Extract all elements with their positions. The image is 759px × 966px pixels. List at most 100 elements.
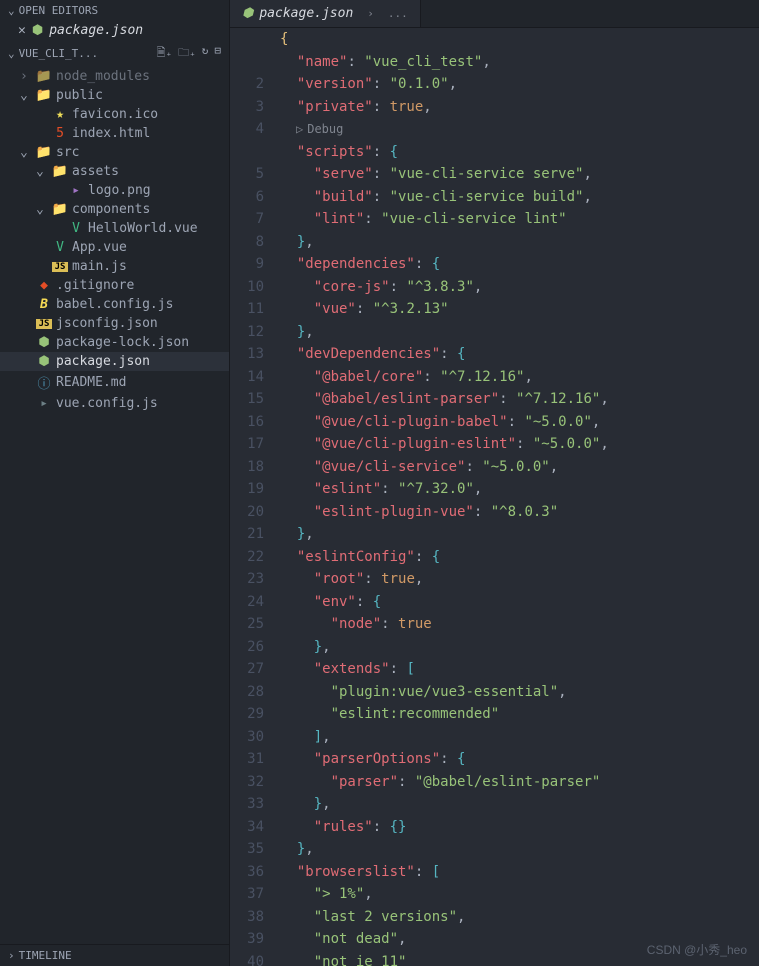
code-line[interactable]: "browserslist": [ bbox=[280, 861, 759, 884]
folder-green-icon: 📁 bbox=[36, 145, 52, 160]
code-line[interactable]: "private": true, bbox=[280, 96, 759, 119]
code-line[interactable]: "scripts": { bbox=[280, 141, 759, 164]
refresh-icon[interactable]: ↻ bbox=[202, 44, 209, 63]
tree-item-label: favicon.ico bbox=[72, 107, 158, 122]
open-editor-item[interactable]: ✕ ⬢ package.json bbox=[0, 21, 229, 40]
tab-package-json[interactable]: ⬢ package.json › ... bbox=[230, 0, 421, 27]
tree-item-assets[interactable]: ⌄📁assets bbox=[0, 162, 229, 181]
code-line[interactable]: ], bbox=[280, 726, 759, 749]
tree-item-helloworld-vue[interactable]: VHelloWorld.vue bbox=[0, 219, 229, 238]
codelens-label: Debug bbox=[307, 118, 343, 141]
code-line[interactable]: "lint": "vue-cli-service lint" bbox=[280, 208, 759, 231]
project-header[interactable]: ⌄ VUE_CLI_T... 🗎₊ 🗀₊ ↻ ⊟ bbox=[0, 40, 229, 67]
img-icon: ▸ bbox=[68, 183, 84, 198]
tree-item-package-lock-json[interactable]: ⬢package-lock.json bbox=[0, 333, 229, 352]
code-line[interactable]: "dependencies": { bbox=[280, 253, 759, 276]
code-line[interactable]: }, bbox=[280, 231, 759, 254]
code-line[interactable]: "extends": [ bbox=[280, 658, 759, 681]
npm-icon: ⬢ bbox=[32, 23, 43, 38]
line-number: 40 bbox=[230, 951, 264, 966]
timeline-header[interactable]: › TIMELINE bbox=[0, 944, 229, 966]
code-line[interactable]: }, bbox=[280, 321, 759, 344]
code-line[interactable]: "node": true bbox=[280, 613, 759, 636]
code-line[interactable]: "parser": "@babel/eslint-parser" bbox=[280, 771, 759, 794]
tree-item-vue-config-js[interactable]: ▸vue.config.js bbox=[0, 394, 229, 413]
code-line[interactable]: "eslint-plugin-vue": "^8.0.3" bbox=[280, 501, 759, 524]
code-line[interactable]: "root": true, bbox=[280, 568, 759, 591]
code-line[interactable]: "core-js": "^3.8.3", bbox=[280, 276, 759, 299]
line-number: 33 bbox=[230, 793, 264, 816]
tree-item-babel-config-js[interactable]: Bbabel.config.js bbox=[0, 295, 229, 314]
line-number: 6 bbox=[230, 186, 264, 209]
tree-item-index-html[interactable]: 5index.html bbox=[0, 124, 229, 143]
tree-item-label: node_modules bbox=[56, 69, 150, 84]
code-line[interactable]: }, bbox=[280, 793, 759, 816]
collapse-icon[interactable]: ⊟ bbox=[214, 44, 221, 63]
tree-item-logo-png[interactable]: ▸logo.png bbox=[0, 181, 229, 200]
code-line[interactable]: }, bbox=[280, 523, 759, 546]
code-line[interactable]: "env": { bbox=[280, 591, 759, 614]
line-number: 35 bbox=[230, 838, 264, 861]
breadcrumb-more[interactable]: ... bbox=[380, 7, 408, 20]
code-line[interactable]: "@babel/eslint-parser": "^7.12.16", bbox=[280, 388, 759, 411]
code-line[interactable]: "version": "0.1.0", bbox=[280, 73, 759, 96]
tree-item--gitignore[interactable]: ◆.gitignore bbox=[0, 276, 229, 295]
code-line[interactable]: "vue": "^3.2.13" bbox=[280, 298, 759, 321]
code-line[interactable]: "@vue/cli-plugin-eslint": "~5.0.0", bbox=[280, 433, 759, 456]
code-line[interactable]: "name": "vue_cli_test", bbox=[280, 51, 759, 74]
code-line[interactable]: "devDependencies": { bbox=[280, 343, 759, 366]
tree-item-label: App.vue bbox=[72, 240, 127, 255]
code-line[interactable]: "last 2 versions", bbox=[280, 906, 759, 929]
tree-item-app-vue[interactable]: VApp.vue bbox=[0, 238, 229, 257]
tree-item-favicon-ico[interactable]: ★ favicon.ico bbox=[0, 105, 229, 124]
star-icon: ★ bbox=[52, 107, 68, 122]
tree-item-label: index.html bbox=[72, 126, 150, 141]
line-number: 26 bbox=[230, 636, 264, 659]
tree-item-label: assets bbox=[72, 164, 119, 179]
code-area[interactable]: 2345678910111213141516171819202122232425… bbox=[230, 28, 759, 966]
code-content[interactable]: { "name": "vue_cli_test", "version": "0.… bbox=[280, 28, 759, 966]
code-line[interactable]: "serve": "vue-cli-service serve", bbox=[280, 163, 759, 186]
code-line[interactable]: "build": "vue-cli-service build", bbox=[280, 186, 759, 209]
code-line[interactable]: "@babel/core": "^7.12.16", bbox=[280, 366, 759, 389]
line-number: 34 bbox=[230, 816, 264, 839]
debug-codelens[interactable]: ▷Debug bbox=[280, 118, 759, 141]
code-line[interactable]: "eslintConfig": { bbox=[280, 546, 759, 569]
code-line[interactable]: "@vue/cli-plugin-babel": "~5.0.0", bbox=[280, 411, 759, 434]
code-line[interactable]: "parserOptions": { bbox=[280, 748, 759, 771]
npm-icon: ⬢ bbox=[36, 354, 52, 369]
line-number: 28 bbox=[230, 681, 264, 704]
line-gutter: 2345678910111213141516171819202122232425… bbox=[230, 28, 280, 966]
line-number: 19 bbox=[230, 478, 264, 501]
tree-item-src[interactable]: ⌄📁src bbox=[0, 143, 229, 162]
line-number: 27 bbox=[230, 658, 264, 681]
code-line[interactable]: }, bbox=[280, 636, 759, 659]
code-line[interactable]: "> 1%", bbox=[280, 883, 759, 906]
tab-filename: package.json bbox=[259, 6, 353, 21]
tree-item-components[interactable]: ⌄📁components bbox=[0, 200, 229, 219]
code-line[interactable]: "eslint:recommended" bbox=[280, 703, 759, 726]
code-line[interactable]: "rules": {} bbox=[280, 816, 759, 839]
tree-item-label: README.md bbox=[56, 375, 126, 390]
tree-item-jsconfig-json[interactable]: JSjsconfig.json bbox=[0, 314, 229, 333]
open-editors-header[interactable]: ⌄ OPEN EDITORS bbox=[0, 0, 229, 21]
tree-item-label: src bbox=[56, 145, 79, 160]
line-number: 21 bbox=[230, 523, 264, 546]
folder-green-icon: 📁 bbox=[36, 69, 52, 84]
tree-item-main-js[interactable]: JSmain.js bbox=[0, 257, 229, 276]
tree-item-node-modules[interactable]: ›📁node_modules bbox=[0, 67, 229, 86]
code-line[interactable]: "plugin:vue/vue3-essential", bbox=[280, 681, 759, 704]
code-line[interactable]: }, bbox=[280, 838, 759, 861]
babel-icon: B bbox=[36, 297, 52, 312]
tree-item-label: HelloWorld.vue bbox=[88, 221, 198, 236]
line-number: 37 bbox=[230, 883, 264, 906]
code-line[interactable]: "@vue/cli-service": "~5.0.0", bbox=[280, 456, 759, 479]
new-file-icon[interactable]: 🗎₊ bbox=[157, 44, 172, 63]
code-line[interactable]: "eslint": "^7.32.0", bbox=[280, 478, 759, 501]
line-number: 22 bbox=[230, 546, 264, 569]
close-icon[interactable]: ✕ bbox=[18, 23, 26, 38]
new-folder-icon[interactable]: 🗀₊ bbox=[178, 44, 196, 63]
tree-item-public[interactable]: ⌄📁public bbox=[0, 86, 229, 105]
tree-item-package-json[interactable]: ⬢package.json bbox=[0, 352, 229, 371]
tree-item-readme-md[interactable]: ⓘREADME.md bbox=[0, 371, 229, 394]
